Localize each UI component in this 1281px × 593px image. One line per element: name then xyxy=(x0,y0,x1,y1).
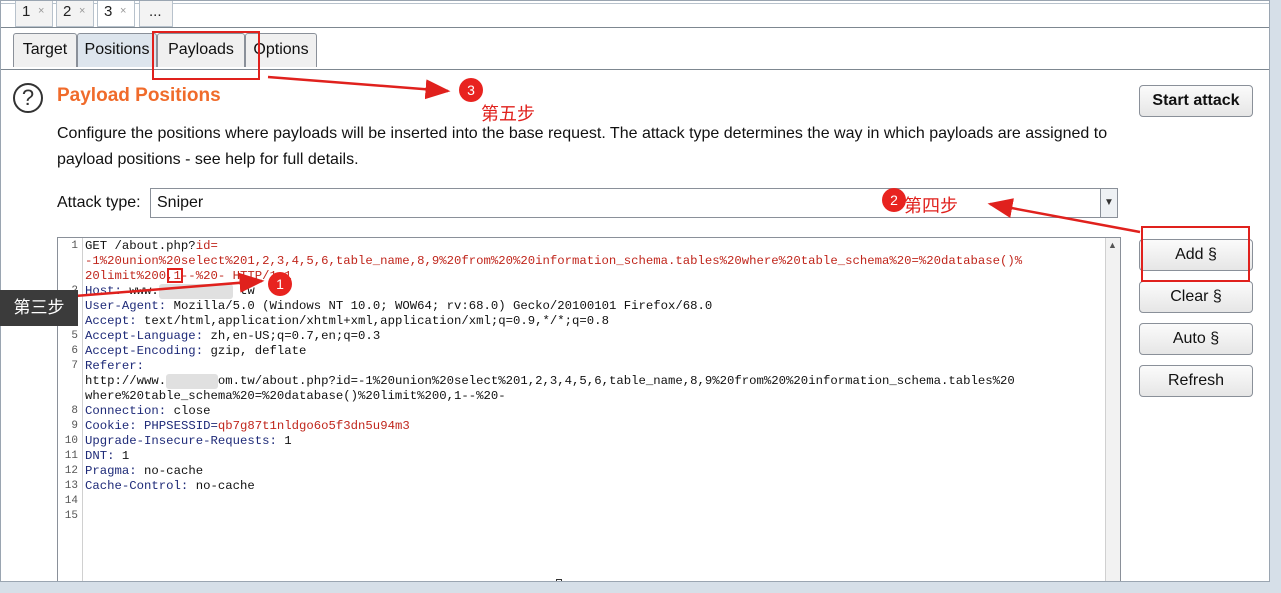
step3-label: 第五步 xyxy=(481,104,535,124)
step3-badge: 3 xyxy=(459,78,483,102)
step-box-label: 第三步 xyxy=(0,290,78,326)
highlight-param-value xyxy=(167,268,183,283)
arrow-step2 xyxy=(987,198,1141,234)
annotation-arrows xyxy=(0,75,1141,304)
arrow-step3 xyxy=(267,75,451,100)
step1-badge: 1 xyxy=(268,272,292,296)
highlight-payloads-tab xyxy=(152,31,260,80)
step2-label: 第四步 xyxy=(904,196,958,216)
step2-badge: 2 xyxy=(882,188,906,212)
highlight-add-button xyxy=(1141,226,1250,282)
